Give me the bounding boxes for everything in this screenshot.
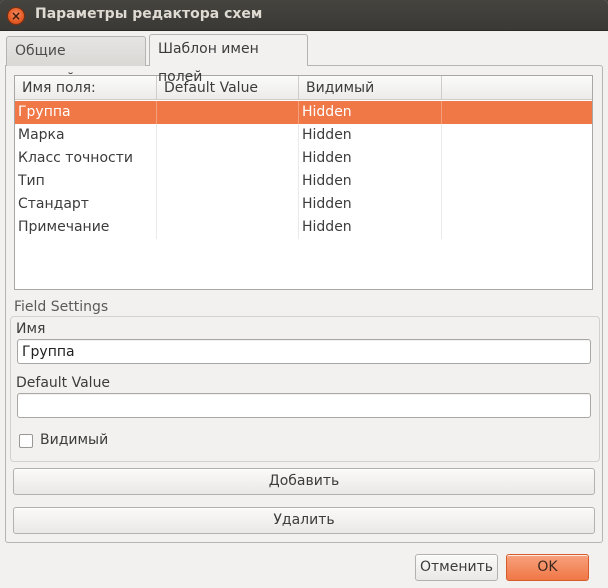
name-input[interactable] xyxy=(17,339,591,364)
dialog-window: × Параметры редактора схем Общие настрой… xyxy=(0,0,608,588)
fields-table[interactable]: Имя поля: Default Value Видимый Группа H… xyxy=(14,75,593,290)
cell-name: Стандарт xyxy=(15,193,157,216)
table-row[interactable]: Класс точности Hidden xyxy=(15,147,592,170)
default-value-input[interactable] xyxy=(17,393,591,418)
default-value-label: Default Value xyxy=(16,375,111,391)
cell-name: Группа xyxy=(15,101,157,124)
cell-default-value xyxy=(157,124,299,147)
cell-name: Тип xyxy=(15,170,157,193)
cell-name: Марка xyxy=(15,124,157,147)
column-header-visible[interactable]: Видимый xyxy=(299,76,442,100)
tab-field-name-template[interactable]: Шаблон имен полей xyxy=(149,34,308,85)
cell-default-value xyxy=(157,193,299,216)
title-bar: × Параметры редактора схем xyxy=(0,0,608,31)
cell-default-value xyxy=(157,216,299,239)
table-row[interactable]: Примечание Hidden xyxy=(15,216,592,239)
cell-visible: Hidden xyxy=(299,193,442,216)
cell-visible: Hidden xyxy=(299,124,442,147)
cell-default-value xyxy=(157,147,299,170)
table-row[interactable]: Тип Hidden xyxy=(15,170,592,193)
table-row[interactable]: Марка Hidden xyxy=(15,124,592,147)
column-header-name[interactable]: Имя поля: xyxy=(15,76,157,100)
tab-general-settings[interactable]: Общие настройки xyxy=(6,36,146,87)
cell-name: Примечание xyxy=(15,216,157,239)
cell-default-value xyxy=(157,170,299,193)
cell-visible: Hidden xyxy=(299,170,442,193)
cell-visible: Hidden xyxy=(299,101,442,124)
ok-button[interactable]: OK xyxy=(506,554,589,581)
cell-name: Класс точности xyxy=(15,147,157,170)
cell-visible: Hidden xyxy=(299,147,442,170)
cancel-button[interactable]: Отменить xyxy=(415,554,498,581)
visible-checkbox-label[interactable]: Видимый xyxy=(40,432,108,448)
cell-default-value xyxy=(157,101,299,124)
table-row[interactable]: Группа Hidden xyxy=(15,101,592,124)
cell-visible: Hidden xyxy=(299,216,442,239)
add-button[interactable]: Добавить xyxy=(13,468,595,495)
field-settings-title: Field Settings xyxy=(12,299,111,315)
delete-button[interactable]: Удалить xyxy=(13,507,595,534)
table-row[interactable]: Стандарт Hidden xyxy=(15,193,592,216)
name-label: Имя xyxy=(16,321,46,337)
window-title: Параметры редактора схем xyxy=(35,6,263,22)
close-icon[interactable]: × xyxy=(7,7,25,25)
visible-checkbox[interactable] xyxy=(19,434,33,448)
table-header: Имя поля: Default Value Видимый xyxy=(15,76,592,100)
